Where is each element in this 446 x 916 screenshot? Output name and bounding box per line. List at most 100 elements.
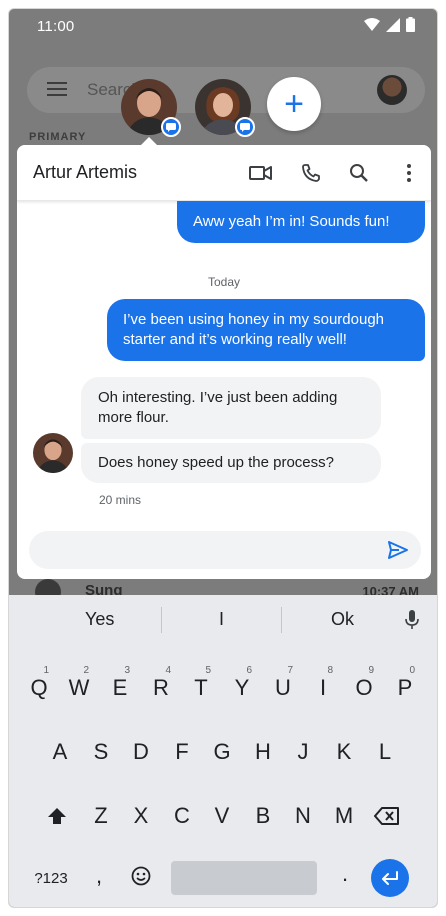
backspace-key[interactable] (369, 793, 405, 839)
search-icon (350, 164, 368, 182)
key-label: E (112, 675, 128, 700)
key-z[interactable]: Z (83, 793, 119, 839)
search-button[interactable] (345, 159, 373, 187)
message-compose-field[interactable] (29, 531, 421, 569)
account-avatar (377, 75, 407, 105)
chat-bubble-contact-2[interactable] (195, 79, 255, 137)
suggestion-strip: Yes I Ok (9, 595, 437, 643)
key-o[interactable]: 9O (346, 665, 382, 711)
key-number-hint: 7 (287, 665, 293, 676)
signal-icon (386, 17, 400, 32)
key-x[interactable]: X (123, 793, 159, 839)
key-h[interactable]: H (245, 729, 281, 775)
key-number-hint: 0 (409, 665, 415, 676)
key-p[interactable]: 0P (387, 665, 423, 711)
bubble-pointer (141, 137, 157, 145)
divider (281, 607, 282, 633)
key-u[interactable]: 7U (265, 665, 301, 711)
key-i[interactable]: 8I (305, 665, 341, 711)
key-k[interactable]: K (326, 729, 362, 775)
phone-screen: 11:00 Search PRIMARY Sung 10:37 AM + Art… (8, 8, 438, 908)
key-e[interactable]: 3E (102, 665, 138, 711)
key-m[interactable]: M (326, 793, 362, 839)
key-d[interactable]: D (123, 729, 159, 775)
backspace-icon (374, 807, 399, 825)
phone-call-button[interactable] (297, 159, 325, 187)
soft-keyboard: Yes I Ok 1Q2W3E4R5T6Y7U8I9O0P ASDFGHJKL … (9, 595, 437, 907)
messages-app-badge-icon (161, 117, 181, 137)
message-incoming[interactable]: Oh interesting. I’ve just been adding mo… (81, 377, 381, 439)
enter-icon (382, 871, 398, 885)
key-b[interactable]: B (245, 793, 281, 839)
key-number-hint: 8 (327, 665, 333, 676)
key-label: P (397, 675, 413, 700)
phone-icon (302, 164, 320, 182)
key-label: I (319, 675, 327, 700)
microphone-icon[interactable] (405, 609, 419, 631)
sender-avatar[interactable] (33, 433, 73, 473)
wifi-icon (364, 17, 380, 31)
conversation-title: Artur Artemis (33, 162, 138, 182)
suggestion-i[interactable]: I (219, 609, 224, 630)
messages-app-badge-icon (235, 117, 255, 137)
suggestion-yes[interactable]: Yes (85, 609, 114, 630)
enter-key[interactable] (371, 859, 409, 897)
symbols-key[interactable]: ?123 (27, 855, 75, 901)
key-number-hint: 3 (124, 665, 130, 676)
key-j[interactable]: J (285, 729, 321, 775)
key-l[interactable]: L (367, 729, 403, 775)
key-number-hint: 2 (83, 665, 89, 676)
space-key[interactable] (171, 861, 317, 895)
message-timestamp: 20 mins (99, 493, 142, 507)
key-a[interactable]: A (42, 729, 78, 775)
background-section-label: PRIMARY (29, 131, 87, 143)
plus-icon: + (284, 84, 304, 123)
send-icon[interactable] (387, 539, 409, 561)
key-label: W (68, 675, 90, 700)
battery-icon (406, 17, 415, 32)
comma-key[interactable]: , (81, 853, 117, 899)
key-number-hint: 6 (246, 665, 252, 676)
video-camera-icon (249, 166, 272, 180)
chat-bubble-artur[interactable] (121, 79, 181, 137)
key-number-hint: 9 (368, 665, 374, 676)
status-icons (364, 17, 415, 32)
video-call-button[interactable] (247, 159, 275, 187)
key-label: Y (234, 675, 250, 700)
new-conversation-button[interactable]: + (267, 77, 321, 131)
message-outgoing[interactable]: Aww yeah I’m in! Sounds fun! (177, 201, 425, 243)
key-y[interactable]: 6Y (224, 665, 260, 711)
message-incoming[interactable]: Does honey speed up the process? (81, 443, 381, 483)
date-separator: Today (207, 275, 241, 289)
key-s[interactable]: S (83, 729, 119, 775)
key-f[interactable]: F (164, 729, 200, 775)
key-label: O (355, 675, 373, 700)
period-key[interactable]: . (327, 851, 363, 897)
key-t[interactable]: 5T (183, 665, 219, 711)
key-c[interactable]: C (164, 793, 200, 839)
key-w[interactable]: 2W (61, 665, 97, 711)
key-label: T (194, 675, 208, 700)
shift-icon (48, 808, 66, 824)
emoji-icon (131, 866, 151, 886)
status-bar: 11:00 (9, 9, 437, 45)
more-options-button[interactable] (395, 159, 423, 187)
key-number-hint: 4 (165, 665, 171, 676)
key-g[interactable]: G (204, 729, 240, 775)
suggestion-ok[interactable]: Ok (331, 609, 354, 630)
key-q[interactable]: 1Q (21, 665, 57, 711)
shift-key[interactable] (39, 793, 75, 839)
conversation-header: Artur Artemis (17, 145, 431, 201)
key-label: R (153, 675, 169, 700)
emoji-key[interactable] (123, 853, 159, 899)
key-label: U (275, 675, 291, 700)
key-number-hint: 1 (43, 665, 49, 676)
message-outgoing[interactable]: I’ve been using honey in my sourdough st… (107, 299, 425, 361)
key-r[interactable]: 4R (143, 665, 179, 711)
key-n[interactable]: N (285, 793, 321, 839)
key-v[interactable]: V (204, 793, 240, 839)
divider (161, 607, 162, 633)
conversation-card: Artur Artemis Aww yeah I’m in! Sounds fu… (17, 145, 431, 579)
menu-icon (47, 82, 67, 96)
status-time: 11:00 (37, 18, 75, 35)
